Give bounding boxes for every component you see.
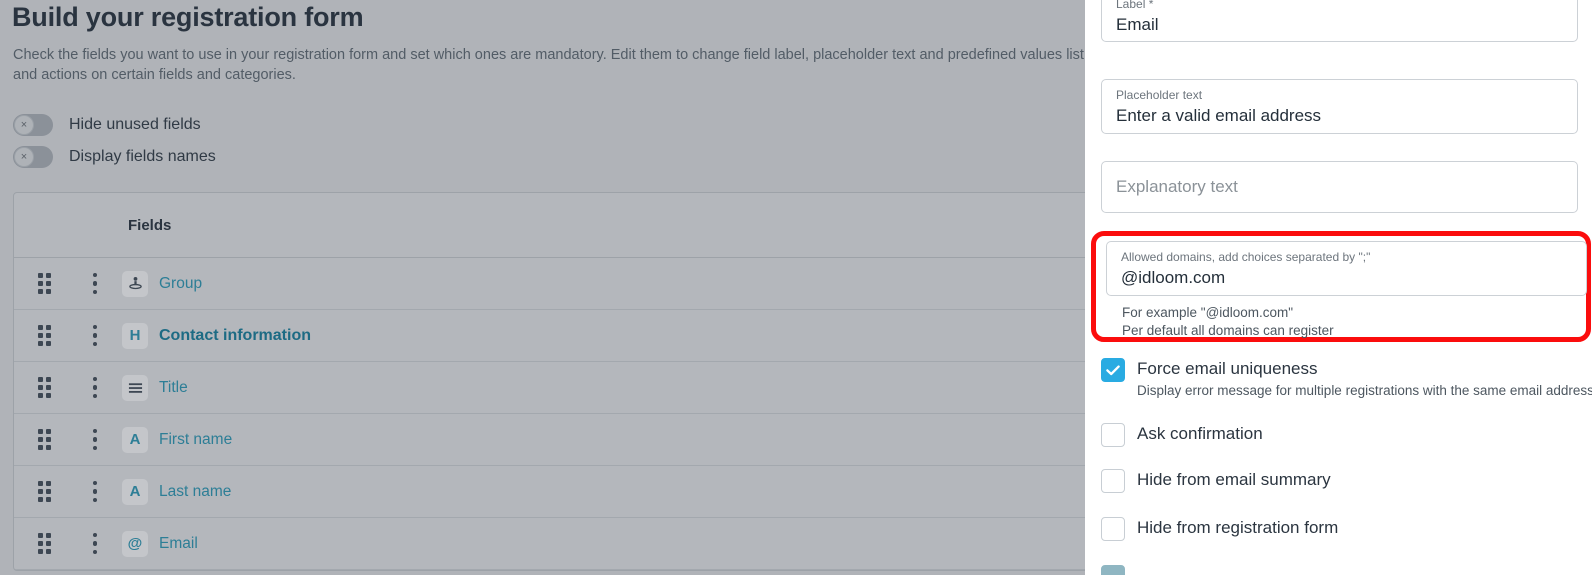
kebab-menu-icon[interactable] bbox=[74, 428, 116, 451]
option-checkbox[interactable] bbox=[1101, 358, 1125, 382]
field-name: Email bbox=[159, 534, 198, 552]
drag-handle-icon[interactable] bbox=[14, 429, 74, 450]
allowed-domains-field[interactable]: Allowed domains, add choices separated b… bbox=[1106, 241, 1587, 296]
allowed-domains-helper: For example "@idloom.com" Per default al… bbox=[1122, 304, 1334, 340]
placeholder-field-value[interactable]: Enter a valid email address bbox=[1116, 103, 1563, 128]
text-field-icon: A bbox=[122, 426, 148, 453]
email-icon: @ bbox=[122, 530, 148, 557]
option-ask-confirmation[interactable]: Ask confirmation bbox=[1101, 422, 1263, 447]
toggle-switch[interactable]: × bbox=[13, 114, 53, 136]
field-name: Last name bbox=[159, 482, 232, 500]
field-settings-panel: Label * Email Placeholder text Enter a v… bbox=[1085, 0, 1592, 575]
close-icon: × bbox=[14, 115, 34, 135]
option-label: Hide from email summary bbox=[1137, 470, 1331, 489]
explanatory-field-placeholder: Explanatory text bbox=[1116, 176, 1238, 196]
kebab-menu-icon[interactable] bbox=[74, 480, 116, 503]
toggle-hide-unused-fields[interactable]: × Hide unused fields bbox=[13, 114, 201, 136]
helper-line-1: For example "@idloom.com" bbox=[1122, 305, 1294, 320]
drag-handle-icon[interactable] bbox=[14, 325, 74, 346]
kebab-menu-icon[interactable] bbox=[74, 532, 116, 555]
helper-line-2: Per default all domains can register bbox=[1122, 323, 1334, 338]
text-field-icon: A bbox=[122, 478, 148, 505]
kebab-menu-icon[interactable] bbox=[74, 324, 116, 347]
label-field-value[interactable]: Email bbox=[1116, 12, 1563, 37]
close-icon: × bbox=[14, 147, 34, 167]
drag-handle-icon[interactable] bbox=[14, 377, 74, 398]
option-label: Ask confirmation bbox=[1137, 424, 1263, 443]
option-hide-from-email-summary[interactable]: Hide from email summary bbox=[1101, 468, 1331, 493]
kebab-menu-icon[interactable] bbox=[74, 272, 116, 295]
allowed-domains-highlight: Allowed domains, add choices separated b… bbox=[1091, 231, 1591, 342]
field-name: Title bbox=[159, 378, 188, 396]
option-partial-bottom[interactable] bbox=[1101, 564, 1137, 575]
field-name: First name bbox=[159, 430, 233, 448]
label-field[interactable]: Label * Email bbox=[1101, 0, 1578, 42]
option-checkbox[interactable] bbox=[1101, 517, 1125, 541]
heading-icon: H bbox=[122, 322, 148, 349]
toggle-switch[interactable]: × bbox=[13, 146, 53, 168]
toggle-label: Display fields names bbox=[69, 148, 216, 165]
list-icon bbox=[122, 374, 148, 401]
toggle-label: Hide unused fields bbox=[69, 116, 201, 133]
drag-handle-icon[interactable] bbox=[14, 533, 74, 554]
group-icon bbox=[122, 270, 148, 297]
label-field-label: Label * bbox=[1116, 0, 1154, 11]
allowed-domains-label: Allowed domains, add choices separated b… bbox=[1121, 250, 1371, 264]
allowed-domains-value[interactable]: @idloom.com bbox=[1121, 265, 1572, 290]
option-hide-from-registration-form[interactable]: Hide from registration form bbox=[1101, 516, 1338, 541]
field-name: Group bbox=[159, 274, 203, 292]
placeholder-field-label: Placeholder text bbox=[1116, 88, 1203, 102]
option-checkbox[interactable] bbox=[1101, 423, 1125, 447]
drag-handle-icon[interactable] bbox=[14, 273, 74, 294]
header-fields-label: Fields bbox=[128, 216, 172, 234]
option-label: Hide from registration form bbox=[1137, 518, 1339, 537]
drag-handle-icon[interactable] bbox=[14, 481, 74, 502]
field-name: Contact information bbox=[159, 326, 311, 344]
option-label: Force email uniqueness bbox=[1137, 359, 1318, 378]
page-title: Build your registration form bbox=[12, 2, 364, 32]
option-sublabel: Display error message for multiple regis… bbox=[1137, 383, 1592, 398]
placeholder-text-field[interactable]: Placeholder text Enter a valid email add… bbox=[1101, 79, 1578, 134]
toggle-display-fields-names[interactable]: × Display fields names bbox=[13, 146, 216, 168]
option-checkbox[interactable] bbox=[1101, 565, 1125, 575]
option-force-email-uniqueness[interactable]: Force email uniqueness Display error mes… bbox=[1101, 357, 1592, 401]
explanatory-text-field[interactable]: Explanatory text bbox=[1101, 161, 1578, 213]
kebab-menu-icon[interactable] bbox=[74, 376, 116, 399]
option-checkbox[interactable] bbox=[1101, 469, 1125, 493]
